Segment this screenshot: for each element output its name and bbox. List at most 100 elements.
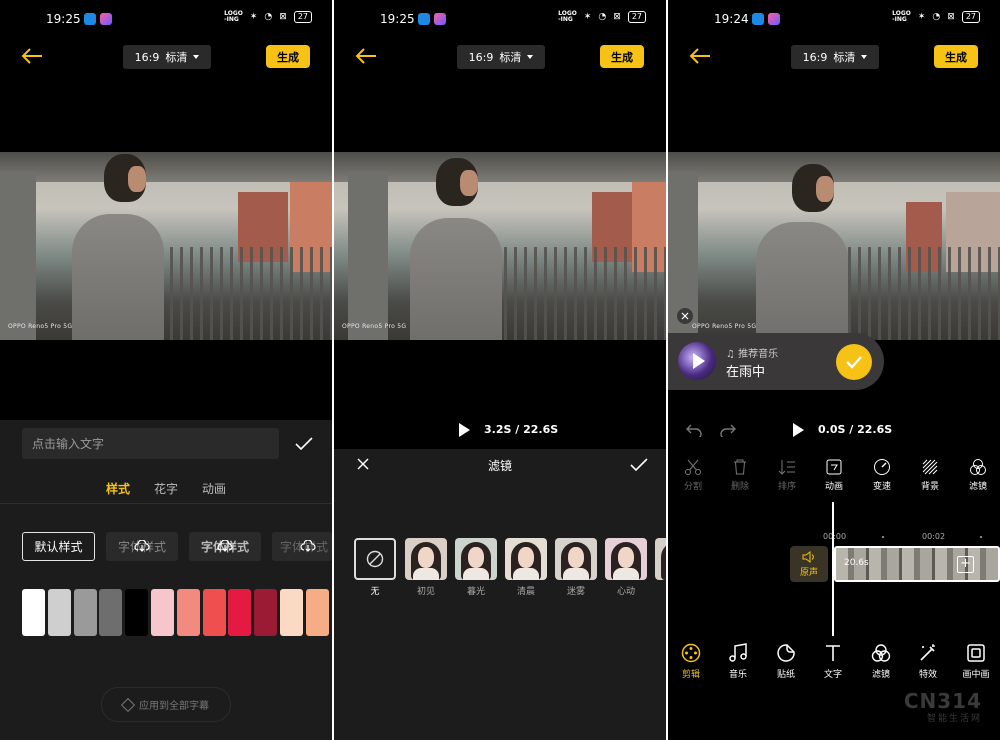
- filter-option[interactable]: [655, 538, 666, 580]
- confirm-check-icon[interactable]: [295, 437, 313, 451]
- filter-option[interactable]: 清晨: [505, 538, 547, 597]
- play-icon[interactable]: [459, 423, 470, 437]
- battery-icon: 27: [961, 11, 980, 23]
- nav-picture-in-picture[interactable]: 画中画: [956, 643, 996, 680]
- app-notification-icon: [768, 13, 780, 25]
- animation-tool[interactable]: 动画: [816, 458, 852, 492]
- status-icons: LOGO -ING ✶ ◔ ⊠ 27: [224, 11, 312, 23]
- color-swatch[interactable]: [254, 589, 278, 636]
- nav-music[interactable]: 音乐: [718, 643, 758, 680]
- video-preview[interactable]: OPPO Reno5 Pro 5G: [334, 152, 666, 340]
- video-preview[interactable]: OPPO Reno5 Pro 5G: [0, 152, 332, 340]
- filter-option[interactable]: 初见: [405, 538, 447, 597]
- color-swatch[interactable]: [47, 589, 71, 636]
- color-swatch[interactable]: [176, 589, 200, 636]
- color-swatch[interactable]: [151, 589, 174, 636]
- logo-status-icon: LOGO -ING: [558, 10, 577, 23]
- style-default[interactable]: 默认样式: [22, 532, 95, 561]
- nav-sticker[interactable]: 贴纸: [766, 643, 806, 680]
- no-filter-icon: [366, 550, 384, 568]
- filter-thumbnail: [455, 538, 497, 580]
- filter-tool[interactable]: 滤镜: [960, 458, 996, 492]
- filter-option[interactable]: 心动: [605, 538, 647, 597]
- text-edit-screen: 19:25 LOGO -ING ✶ ◔ ⊠ 27 16:9 标清 生成 OPPO …: [0, 0, 332, 740]
- nav-filter[interactable]: 滤镜: [861, 643, 901, 680]
- close-icon[interactable]: [677, 308, 693, 324]
- music-cover[interactable]: [678, 342, 716, 380]
- confirm-music-button[interactable]: [836, 344, 872, 380]
- ratio-label: 16:9: [468, 50, 494, 64]
- speedometer-icon: [874, 459, 890, 475]
- status-bar: 19:24 LOGO -ING ✶ ◔ ⊠ 27: [668, 10, 1000, 30]
- apply-to-all-subtitles-button[interactable]: 应用到全部字幕: [101, 687, 231, 722]
- app-notification-icon: [100, 13, 112, 25]
- timeline[interactable]: 00:00 00:02 原声 20.6s +: [668, 530, 1000, 590]
- generate-button[interactable]: 生成: [934, 45, 978, 68]
- ratio-label: 16:9: [802, 50, 828, 64]
- filter-sheet: 滤镜 无 初见 暮光 清晨 迷雾 心动: [334, 449, 666, 740]
- video-preview[interactable]: OPPO Reno5 Pro 5G: [668, 152, 1000, 340]
- video-watermark: OPPO Reno5 Pro 5G: [8, 323, 73, 330]
- color-swatch[interactable]: [125, 589, 149, 636]
- tab-fancy-text[interactable]: 花字: [154, 480, 178, 502]
- generate-button[interactable]: 生成: [600, 45, 644, 68]
- video-clip-strip[interactable]: 20.6s +: [834, 546, 1000, 582]
- battery-icon: 27: [293, 11, 312, 23]
- text-tabs: 样式 花字 动画: [0, 480, 332, 502]
- status-icons: LOGO -ING ✶ ◔ ⊠ 27: [892, 11, 980, 23]
- playback-row: 0.0S / 22.6S: [668, 421, 1000, 441]
- check-icon: [846, 356, 862, 369]
- speaker-icon: [802, 550, 814, 563]
- play-icon[interactable]: [793, 423, 804, 437]
- color-swatch[interactable]: [228, 589, 252, 636]
- nav-clip[interactable]: 剪辑: [671, 643, 711, 680]
- background-tool[interactable]: 背景: [912, 458, 948, 492]
- ratio-quality-dropdown[interactable]: 16:9 标清: [123, 45, 211, 69]
- filter-none[interactable]: 无: [354, 538, 396, 597]
- color-swatch[interactable]: [99, 589, 123, 636]
- color-swatch[interactable]: [202, 589, 226, 636]
- wifi-icon: ◔: [932, 12, 941, 22]
- subtitle-text-input[interactable]: [22, 428, 279, 459]
- style-option[interactable]: 字体样式: [189, 532, 261, 561]
- color-swatch[interactable]: [280, 589, 303, 636]
- back-arrow-icon[interactable]: [20, 46, 44, 66]
- timeline-playhead[interactable]: [832, 502, 834, 636]
- back-arrow-icon[interactable]: [354, 46, 378, 66]
- back-arrow-icon[interactable]: [688, 46, 712, 66]
- color-swatch[interactable]: [22, 589, 45, 636]
- original-sound-toggle[interactable]: 原声: [790, 546, 828, 582]
- background-pattern-icon: [922, 459, 938, 475]
- scissors-icon: [685, 459, 701, 475]
- sort-tool[interactable]: 排序: [769, 458, 805, 492]
- filter-thumbnail: [605, 538, 647, 580]
- video-watermark: OPPO Reno5 Pro 5G: [342, 323, 407, 330]
- color-swatch[interactable]: [73, 589, 97, 636]
- music-note-icon: [729, 643, 747, 662]
- status-time: 19:25: [380, 12, 415, 26]
- tab-style[interactable]: 样式: [106, 480, 130, 502]
- ratio-quality-dropdown[interactable]: 16:9 标清: [791, 45, 879, 69]
- playback-time: 0.0S / 22.6S: [818, 423, 893, 436]
- filter-option[interactable]: 迷雾: [555, 538, 597, 597]
- speed-tool[interactable]: 变速: [864, 458, 900, 492]
- add-clip-button[interactable]: +: [957, 556, 974, 573]
- recommended-music-card[interactable]: ♫ 推荐音乐 在雨中: [668, 333, 884, 390]
- playback-time: 3.2S / 22.6S: [484, 423, 559, 436]
- delete-tool[interactable]: 删除: [722, 458, 758, 492]
- confirm-check-icon[interactable]: [630, 458, 648, 472]
- nav-text[interactable]: 文字: [813, 643, 853, 680]
- nav-effects[interactable]: 特效: [908, 643, 948, 680]
- divider: [0, 503, 332, 504]
- status-bar: 19:25 LOGO -ING ✶ ◔ ⊠ 27: [334, 10, 666, 30]
- style-option[interactable]: 字体样式: [106, 532, 178, 561]
- nfc-icon: ✶: [249, 12, 258, 22]
- generate-button[interactable]: 生成: [266, 45, 310, 68]
- split-tool[interactable]: 分割: [675, 458, 711, 492]
- style-option[interactable]: 字体样式: [272, 532, 332, 561]
- ratio-quality-dropdown[interactable]: 16:9 标清: [457, 45, 545, 69]
- tab-animation[interactable]: 动画: [202, 480, 226, 502]
- music-song-title: 在雨中: [726, 365, 766, 380]
- color-swatch[interactable]: [305, 589, 329, 636]
- filter-option[interactable]: 暮光: [455, 538, 497, 597]
